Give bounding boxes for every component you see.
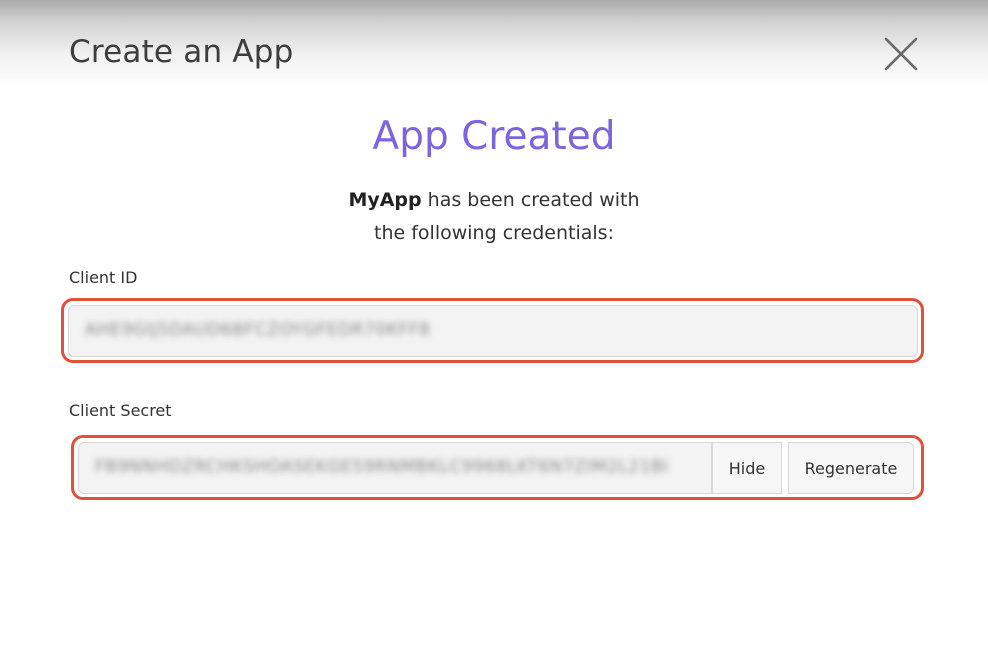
success-description: MyApp has been created with the followin…	[0, 184, 988, 250]
success-heading: App Created	[372, 114, 616, 159]
client-id-field[interactable]: AHE9GIJ5DAUD6BFCZOYGFEDR70KFF8	[68, 305, 918, 357]
client-id-value: AHE9GIJ5DAUD6BFCZOYGFEDR70KFF8	[85, 320, 431, 340]
close-icon	[884, 37, 918, 71]
client-secret-value: FB9NNHDZRCHKSHOASEKGE59RNMBKLC9968LKT6N7…	[95, 457, 669, 477]
regenerate-button[interactable]: Regenerate	[788, 442, 914, 494]
desc-line-2: the following credentials:	[374, 222, 614, 244]
modal-title: Create an App	[69, 34, 294, 70]
create-app-modal: Create an App App Created MyApp has been…	[0, 0, 988, 647]
close-button[interactable]	[880, 33, 922, 75]
desc-line-1-rest: has been created with	[421, 189, 640, 211]
hide-button[interactable]: Hide	[712, 442, 782, 494]
app-name: MyApp	[348, 189, 422, 211]
client-secret-label: Client Secret	[69, 401, 172, 420]
desc-line-1: MyApp has been created with	[0, 184, 988, 217]
client-id-label: Client ID	[69, 268, 138, 287]
client-secret-field[interactable]: FB9NNHDZRCHKSHOASEKGE59RNMBKLC9968LKT6N7…	[78, 442, 712, 494]
page: Create an App App Created MyApp has been…	[0, 0, 988, 647]
